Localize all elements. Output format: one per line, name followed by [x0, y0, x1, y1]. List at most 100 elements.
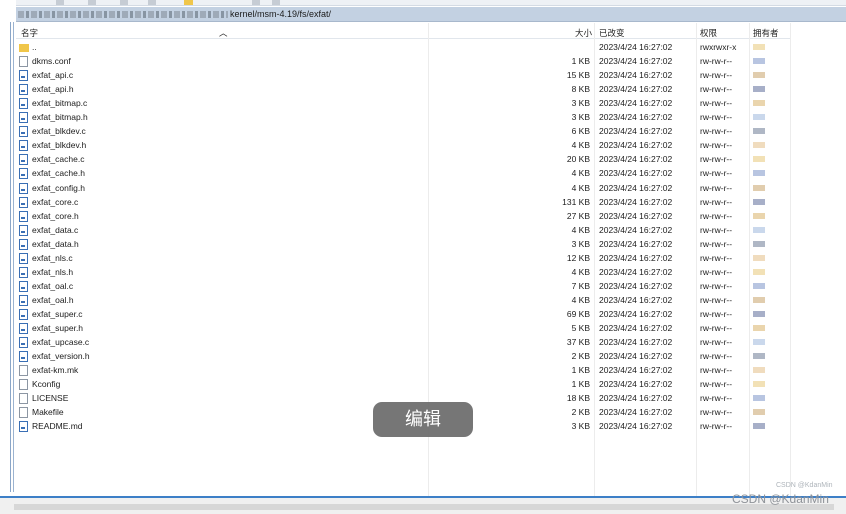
- file-modified: 2023/4/24 16:27:02: [599, 379, 673, 390]
- file-name: exfat_super.c: [32, 308, 83, 319]
- file-size: 7 KB: [571, 280, 590, 291]
- file-permissions: rw-rw-r--: [700, 84, 733, 95]
- file-name: exfat_cache.h: [32, 168, 85, 179]
- delete-icon[interactable]: [120, 0, 128, 5]
- file-name: exfat_super.h: [32, 323, 84, 333]
- file-row[interactable]: exfat_oal.h 4 KB 2023/4/24 16:27:02 rw-rw-r…: [16, 293, 790, 307]
- file-row[interactable]: exfat_version.h 2 KB 2023/4/24 16:27:02 rw-…: [16, 349, 790, 363]
- file-row[interactable]: exfat_nls.c 12 KB 2023/4/24 16:27:02 rw-rw-…: [16, 251, 790, 265]
- file-row[interactable]: exfat_cache.c 20 KB 2023/4/24 16:27:02 rw-r…: [16, 152, 790, 166]
- file-name: exfat-km.mk: [32, 365, 79, 376]
- file-modified: 2023/4/24 16:27:02: [599, 168, 673, 179]
- file-permissions: rw-rw-r--: [700, 112, 733, 123]
- file-name: exfat_data.c: [32, 224, 79, 235]
- owner-redacted: [753, 212, 765, 219]
- file-row[interactable]: exfat_super.c 69 KB 2023/4/24 16:27:02 rw-r…: [16, 307, 790, 321]
- file-row[interactable]: exfat_core.h 27 KB 2023/4/24 16:27:02 rw-rw…: [16, 209, 790, 223]
- owner-redacted: [753, 100, 765, 107]
- file-icon: [19, 56, 28, 68]
- file-size: 2 KB: [571, 407, 590, 418]
- file-modified: 2023/4/24 16:27:02: [599, 351, 673, 362]
- file-size: 4 KB: [571, 168, 590, 179]
- file-modified: 2023/4/24 16:27:02: [599, 182, 673, 193]
- horizontal-scrollbar[interactable]: [0, 496, 846, 514]
- source-file-icon: [19, 294, 28, 306]
- source-file-icon: [19, 154, 28, 166]
- file-permissions: rw-rw-r--: [700, 196, 733, 207]
- source-file-icon: [19, 337, 28, 349]
- owner-redacted: [753, 367, 765, 374]
- file-row[interactable]: exfat_core.c 131 KB 2023/4/24 16:27:02 rw-r…: [16, 195, 790, 209]
- file-size: 4 KB: [571, 224, 590, 235]
- properties-icon[interactable]: [148, 0, 156, 5]
- panel-border: [10, 22, 11, 492]
- file-size: 3 KB: [571, 112, 590, 123]
- column-header-size[interactable]: 大小: [575, 27, 592, 39]
- file-row[interactable]: .. 2023/4/24 16:27:02 rwxrwxr-x: [16, 40, 790, 54]
- owner-redacted: [753, 44, 765, 50]
- file-row[interactable]: Kconfig 1 KB 2023/4/24 16:27:02 rw-rw-r--: [16, 377, 790, 391]
- column-header-name[interactable]: 名字: [21, 27, 38, 39]
- file-name: exfat_data.h: [32, 238, 79, 249]
- file-modified: 2023/4/24 16:27:02: [599, 196, 673, 207]
- address-bar[interactable]: kernel/msm-4.19/fs/exfat/: [16, 7, 846, 22]
- toolbar-button-icon[interactable]: [272, 0, 280, 5]
- file-row[interactable]: exfat_upcase.c 37 KB 2023/4/24 16:27:02 rw-…: [16, 335, 790, 349]
- file-row[interactable]: exfat_data.c 4 KB 2023/4/24 16:27:02 rw-rw-…: [16, 223, 790, 237]
- file-modified: 2023/4/24 16:27:02: [599, 56, 673, 67]
- source-file-icon: [19, 224, 28, 236]
- file-permissions: rw-rw-r--: [700, 56, 733, 67]
- file-row[interactable]: exfat_oal.c 7 KB 2023/4/24 16:27:02 rw-rw-r…: [16, 279, 790, 293]
- owner-redacted: [753, 325, 765, 331]
- file-row[interactable]: exfat_cache.h 4 KB 2023/4/24 16:27:02 rw-rw…: [16, 166, 790, 180]
- source-file-icon: [19, 252, 28, 264]
- source-file-icon: [19, 280, 28, 292]
- toolbar-button-icon[interactable]: [88, 0, 96, 5]
- source-file-icon: [19, 126, 28, 138]
- path-text: kernel/msm-4.19/fs/exfat/: [230, 9, 332, 19]
- file-permissions: rw-rw-r--: [700, 337, 733, 348]
- file-modified: 2023/4/24 16:27:02: [599, 323, 673, 333]
- file-row[interactable]: exfat_api.c 15 KB 2023/4/24 16:27:02 rw-rw-…: [16, 68, 790, 82]
- column-header-modified[interactable]: 已改变: [599, 27, 625, 39]
- file-permissions: rw-rw-r--: [700, 98, 733, 109]
- file-icon: [19, 379, 28, 391]
- source-file-icon: [19, 182, 28, 194]
- file-modified: 2023/4/24 16:27:02: [599, 252, 673, 263]
- file-row[interactable]: exfat_blkdev.c 6 KB 2023/4/24 16:27:02 rw-r…: [16, 124, 790, 138]
- file-row[interactable]: exfat_data.h 3 KB 2023/4/24 16:27:02 rw-rw-…: [16, 237, 790, 251]
- file-size: 5 KB: [571, 323, 590, 333]
- owner-redacted: [753, 339, 765, 346]
- file-permissions: rw-rw-r--: [700, 294, 733, 305]
- file-row[interactable]: dkms.conf 1 KB 2023/4/24 16:27:02 rw-rw-r--: [16, 54, 790, 68]
- file-modified: 2023/4/24 16:27:02: [599, 84, 673, 95]
- source-file-icon: [19, 308, 28, 320]
- file-row[interactable]: exfat_bitmap.c 3 KB 2023/4/24 16:27:02 rw-r…: [16, 96, 790, 110]
- file-row[interactable]: exfat_config.h 4 KB 2023/4/24 16:27:02 rw-r…: [16, 181, 790, 195]
- file-row[interactable]: exfat_blkdev.h 4 KB 2023/4/24 16:27:02 rw-r…: [16, 138, 790, 152]
- toolbar-button-icon[interactable]: [252, 0, 260, 5]
- new-folder-icon[interactable]: [184, 0, 193, 5]
- file-name: LICENSE: [32, 393, 69, 404]
- toolbar-button-icon[interactable]: [56, 0, 64, 5]
- scrollbar-thumb[interactable]: [14, 504, 834, 510]
- column-header-owner[interactable]: 拥有者: [753, 27, 779, 39]
- source-file-icon: [19, 168, 28, 180]
- file-row[interactable]: exfat_bitmap.h 3 KB 2023/4/24 16:27:02 rw-r…: [16, 110, 790, 124]
- file-row[interactable]: exfat-km.mk 1 KB 2023/4/24 16:27:02 rw-rw-r…: [16, 363, 790, 377]
- file-name: exfat_core.c: [32, 196, 79, 207]
- file-size: 4 KB: [571, 294, 590, 305]
- file-permissions: rw-rw-r--: [700, 70, 733, 81]
- file-row[interactable]: exfat_super.h 5 KB 2023/4/24 16:27:02 rw-rw…: [16, 321, 790, 335]
- file-permissions: rw-rw-r--: [700, 154, 733, 165]
- file-permissions: rwxrwxr-x: [700, 42, 737, 52]
- file-row[interactable]: exfat_nls.h 4 KB 2023/4/24 16:27:02 rw-rw-r…: [16, 265, 790, 279]
- file-name: dkms.conf: [32, 56, 71, 67]
- owner-redacted: [753, 240, 765, 247]
- source-file-icon: [19, 140, 28, 152]
- left-panel-edge: [0, 0, 16, 514]
- right-empty-area: [790, 23, 846, 496]
- column-header-permissions[interactable]: 权限: [700, 27, 717, 39]
- file-row[interactable]: exfat_api.h 8 KB 2023/4/24 16:27:02 rw-rw-r…: [16, 82, 790, 96]
- file-size: 4 KB: [571, 266, 590, 277]
